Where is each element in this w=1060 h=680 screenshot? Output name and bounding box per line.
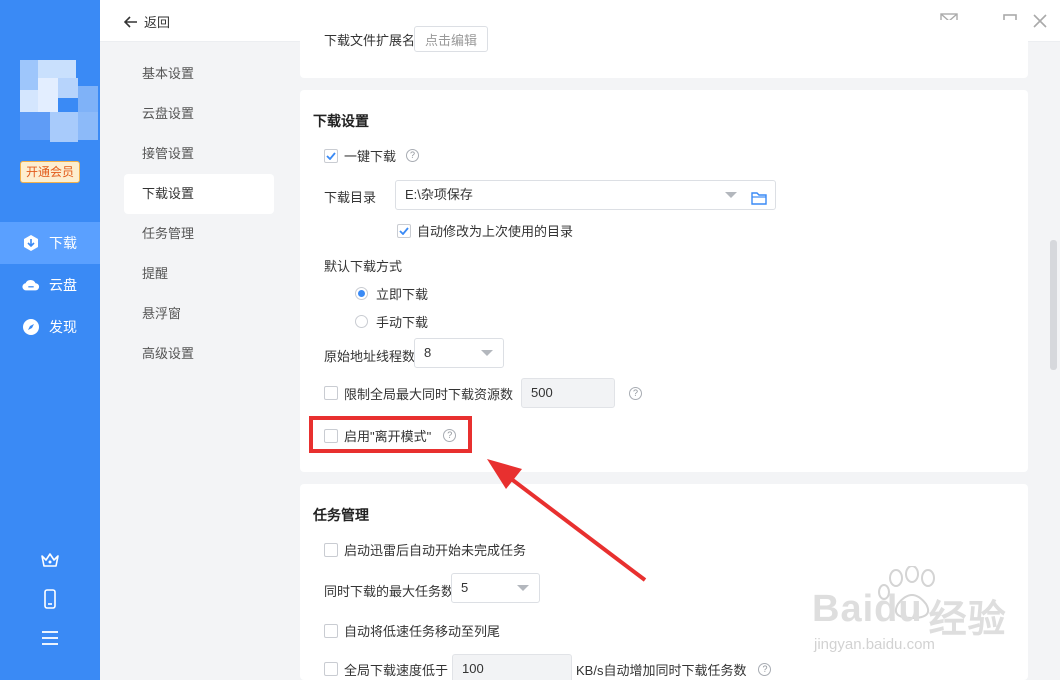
watermark-brand-cn: 经验 — [928, 599, 1007, 641]
baidu-watermark: Baidu 经验 jingyan.baidu.com — [812, 565, 1012, 656]
watermark-url: jingyan.baidu.com — [814, 636, 935, 653]
scrollbar[interactable] — [1050, 240, 1057, 370]
watermark-brand: Baidu — [812, 588, 923, 630]
